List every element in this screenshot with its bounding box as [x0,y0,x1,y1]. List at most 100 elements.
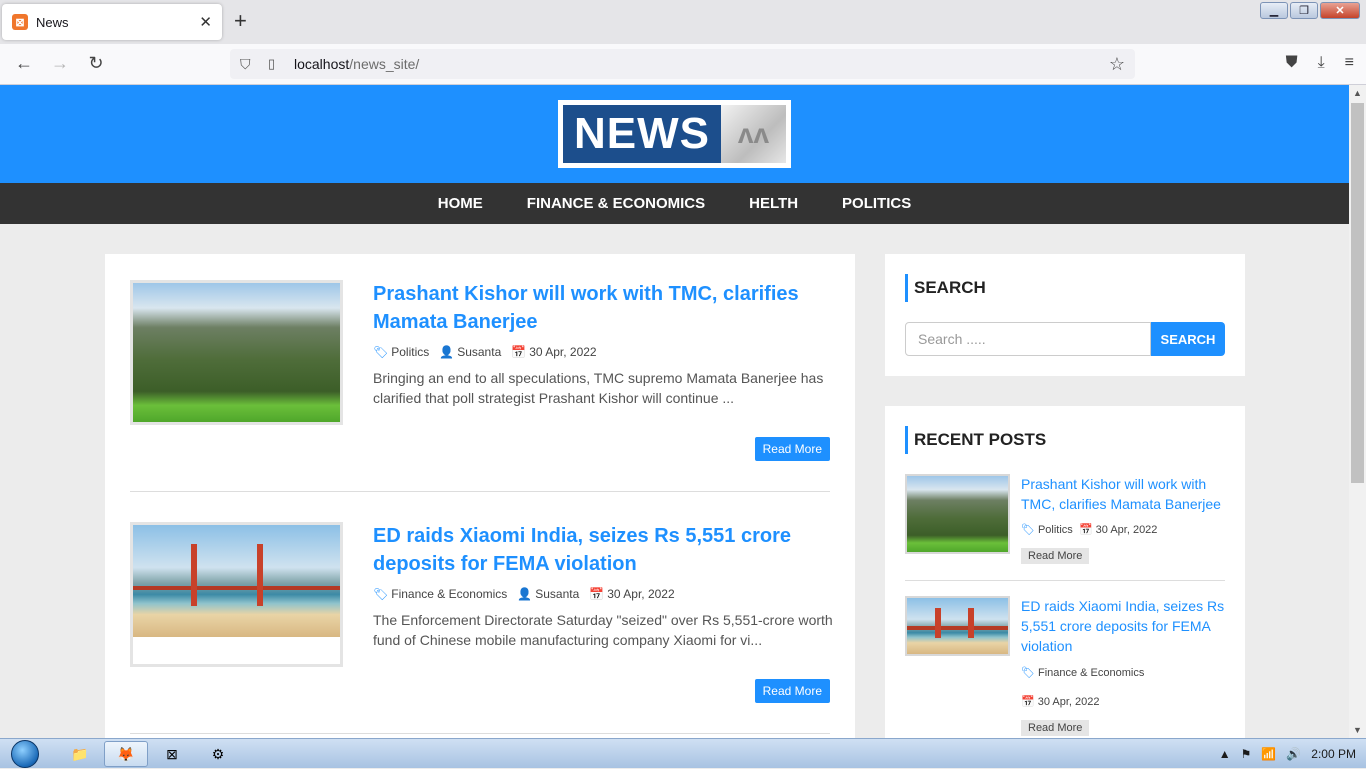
network-icon[interactable]: 📶 [1261,747,1276,761]
menu-item-health[interactable]: HELTH [749,195,798,212]
xampp-taskbar-icon[interactable]: ⊠ [150,741,194,767]
menu-hamburger-icon[interactable]: ≡ [1345,54,1354,72]
golden-gate-bridge-image [907,598,1008,654]
back-arrow-icon[interactable]: ← [12,53,36,74]
scrollbar-thumb[interactable] [1351,103,1364,483]
post-card: Prashant Kishor will work with TMC, clar… [130,280,830,492]
url-host: localhost [294,56,350,72]
page-info-icon[interactable]: ▯ [268,56,294,72]
site-favicon-icon: ⊠ [12,14,28,30]
post-title[interactable]: Prashant Kishor will work with TMC, clar… [373,280,833,336]
post-list: Prashant Kishor will work with TMC, clar… [105,254,855,738]
search-button[interactable]: SEARCH [1151,322,1225,356]
menu-item-politics[interactable]: POLITICS [842,195,911,212]
recent-posts-heading: RECENT POSTS [905,426,1046,454]
new-tab-button[interactable]: + [234,10,247,32]
read-more-button[interactable]: Read More [754,679,830,703]
recent-post-category[interactable]: Politics [1038,524,1073,536]
bridge-tower [190,544,197,606]
post-thumbnail[interactable] [130,522,343,667]
site-header: NEWS ʌʌ [0,85,1349,183]
vertical-scrollbar[interactable]: ▲ ▼ [1349,85,1366,738]
bookmark-star-icon[interactable]: ☆ [1109,54,1125,75]
menu-item-finance-economics[interactable]: FINANCE & ECONOMICS [527,195,705,212]
browser-tab[interactable]: ⊠ News ✕ [2,4,222,40]
page-viewport: NEWS ʌʌ HOME FINANCE & ECONOMICS HELTH P… [0,85,1349,738]
search-input[interactable]: Search ..... [905,322,1151,356]
action-center-icon[interactable]: ⚑ [1241,747,1252,761]
post-author-label: Susanta [457,345,502,359]
post-category-label: Politics [391,345,430,359]
tracking-shield-icon[interactable]: ⛉ [240,56,262,73]
windows-taskbar: 📁 🦊 ⊠ ⚙ ▲ ⚑ 📶 🔊 2:00 PM [0,738,1366,768]
recent-post-item: ED raids Xiaomi India, seizes Rs 5,551 c… [905,596,1225,738]
post-date-label: 30 Apr, 2022 [529,345,597,359]
post-date: 📅 30 Apr, 2022 [511,345,596,359]
recent-post-date: 30 Apr, 2022 [1037,696,1100,708]
post-category-label: Finance & Economics [391,587,508,601]
post-author[interactable]: 👤 Susanta [439,345,501,359]
post-excerpt: Bringing an end to all speculations, TMC… [373,370,824,406]
forward-arrow-icon[interactable]: → [48,53,72,74]
recent-post-thumbnail[interactable] [905,596,1010,656]
mountain-image [133,283,340,422]
user-icon: 👤 [439,345,455,359]
recent-post-category-row: 🏷 Finance & Economics [1021,666,1144,679]
bridge-tower [935,607,942,639]
user-icon: 👤 [517,587,533,601]
firefox-taskbar-icon[interactable]: 🦊 [104,741,148,767]
read-more-button[interactable]: Read More [754,437,830,461]
post-meta: 🏷 Politics 👤 Susanta 📅 30 Apr, 2022 [373,345,597,359]
recent-post-meta: 🏷 Politics 📅 30 Apr, 2022 [1021,523,1157,536]
recent-post-title[interactable]: Prashant Kishor will work with TMC, clar… [1021,474,1226,514]
recent-post-thumbnail[interactable] [905,474,1010,554]
bridge-tower [967,607,974,639]
post-card: ED raids Xiaomi India, seizes Rs 5,551 c… [130,522,833,734]
calendar-icon: 📅 [511,345,527,359]
post-author[interactable]: 👤 Susanta [517,587,579,601]
reload-icon[interactable]: ↻ [84,53,108,74]
tags-icon: 🏷 [1021,524,1035,536]
menu-item-home[interactable]: HOME [438,195,483,212]
post-date: 📅 30 Apr, 2022 [589,587,674,601]
volume-icon[interactable]: 🔊 [1286,747,1301,761]
post-category[interactable]: 🏷 Politics [373,345,429,359]
logo-news-text: NEWS [563,105,721,163]
tab-close-icon[interactable]: ✕ [199,13,212,31]
tags-icon: 🏷 [1021,667,1035,679]
downloads-icon[interactable]: ⤓ [1318,54,1325,72]
mountain-image [907,476,1008,552]
close-window-button[interactable]: ✕ [1320,2,1360,19]
clock[interactable]: 2:00 PM [1311,747,1356,761]
explorer-taskbar-icon[interactable]: 📁 [58,741,102,767]
app-taskbar-icon[interactable]: ⚙ [196,741,240,767]
minimize-button[interactable]: ▁ [1260,2,1288,19]
logo-abc-mark: ʌʌ [721,105,786,163]
search-heading: SEARCH [905,274,986,302]
post-author-label: Susanta [535,587,580,601]
recent-read-more-button[interactable]: Read More [1021,548,1090,564]
post-date-label: 30 Apr, 2022 [607,587,675,601]
restore-button[interactable]: ❐ [1290,2,1318,19]
tags-icon: 🏷 [373,587,389,601]
recent-post-date: 30 Apr, 2022 [1095,524,1158,536]
scroll-down-arrow-icon[interactable]: ▼ [1349,722,1366,738]
golden-gate-bridge-image [133,525,340,637]
start-button[interactable] [6,739,44,769]
address-bar[interactable]: ⛉ ▯ localhost/news_site/ ☆ [230,49,1135,79]
post-thumbnail[interactable] [130,280,343,425]
main-menu: HOME FINANCE & ECONOMICS HELTH POLITICS [0,183,1349,224]
calendar-icon: 📅 [589,587,605,601]
window-controls: ▁ ❐ ✕ [1260,2,1360,19]
recent-read-more-button[interactable]: Read More [1021,720,1090,736]
tray-expand-icon[interactable]: ▲ [1219,747,1231,761]
site-logo[interactable]: NEWS ʌʌ [558,100,791,168]
post-category[interactable]: 🏷 Finance & Economics [373,587,507,601]
post-title[interactable]: ED raids Xiaomi India, seizes Rs 5,551 c… [373,522,833,578]
pocket-icon[interactable]: ⛊ [1286,54,1298,72]
scroll-up-arrow-icon[interactable]: ▲ [1349,85,1366,101]
recent-post-title[interactable]: ED raids Xiaomi India, seizes Rs 5,551 c… [1021,596,1226,656]
tab-title: News [36,14,69,30]
tags-icon: 🏷 [373,345,389,359]
recent-post-category[interactable]: Finance & Economics [1038,667,1144,679]
